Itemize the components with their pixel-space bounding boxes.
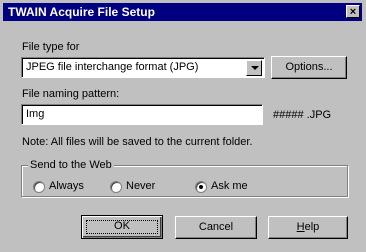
ok-button[interactable]: OK — [81, 215, 163, 239]
file-type-selected: JPEG file interchange format (JPG) — [26, 61, 199, 73]
radio-always-indicator[interactable] — [33, 180, 45, 193]
help-button[interactable]: Help — [268, 216, 348, 239]
options-button[interactable]: Options... — [271, 56, 347, 79]
cancel-button[interactable]: Cancel — [175, 216, 257, 239]
radio-ask-me-label: Ask me — [211, 180, 248, 192]
window-title: TWAIN Acquire File Setup — [8, 5, 155, 19]
radio-never-label: Never — [126, 180, 156, 192]
radio-never-indicator[interactable] — [110, 180, 122, 193]
radio-always[interactable]: Always — [33, 180, 84, 193]
save-note: Note: All files will be saved to the cur… — [22, 136, 253, 148]
focus-ring — [86, 220, 158, 234]
dialog-window: TWAIN Acquire File Setup × File type for… — [0, 0, 366, 252]
title-bar: TWAIN Acquire File Setup × — [3, 3, 362, 21]
naming-pattern-value: Img — [26, 108, 45, 120]
naming-suffix: ##### .JPG — [273, 109, 332, 121]
send-to-web-legend: Send to the Web — [28, 159, 114, 172]
chevron-down-icon[interactable] — [246, 60, 262, 76]
help-mnemonic: H — [296, 221, 305, 233]
radio-ask-me-indicator[interactable] — [195, 180, 207, 193]
radio-ask-me[interactable]: Ask me — [195, 180, 248, 193]
naming-pattern-input[interactable]: Img — [21, 104, 263, 125]
radio-always-label: Always — [49, 180, 84, 192]
radio-never[interactable]: Never — [110, 180, 155, 193]
naming-pattern-label: File naming pattern: — [22, 88, 120, 100]
file-type-select[interactable]: JPEG file interchange format (JPG) — [21, 57, 265, 78]
help-label-rest: elp — [304, 221, 320, 233]
close-button[interactable]: × — [346, 5, 360, 18]
file-type-label: File type for — [22, 41, 80, 53]
